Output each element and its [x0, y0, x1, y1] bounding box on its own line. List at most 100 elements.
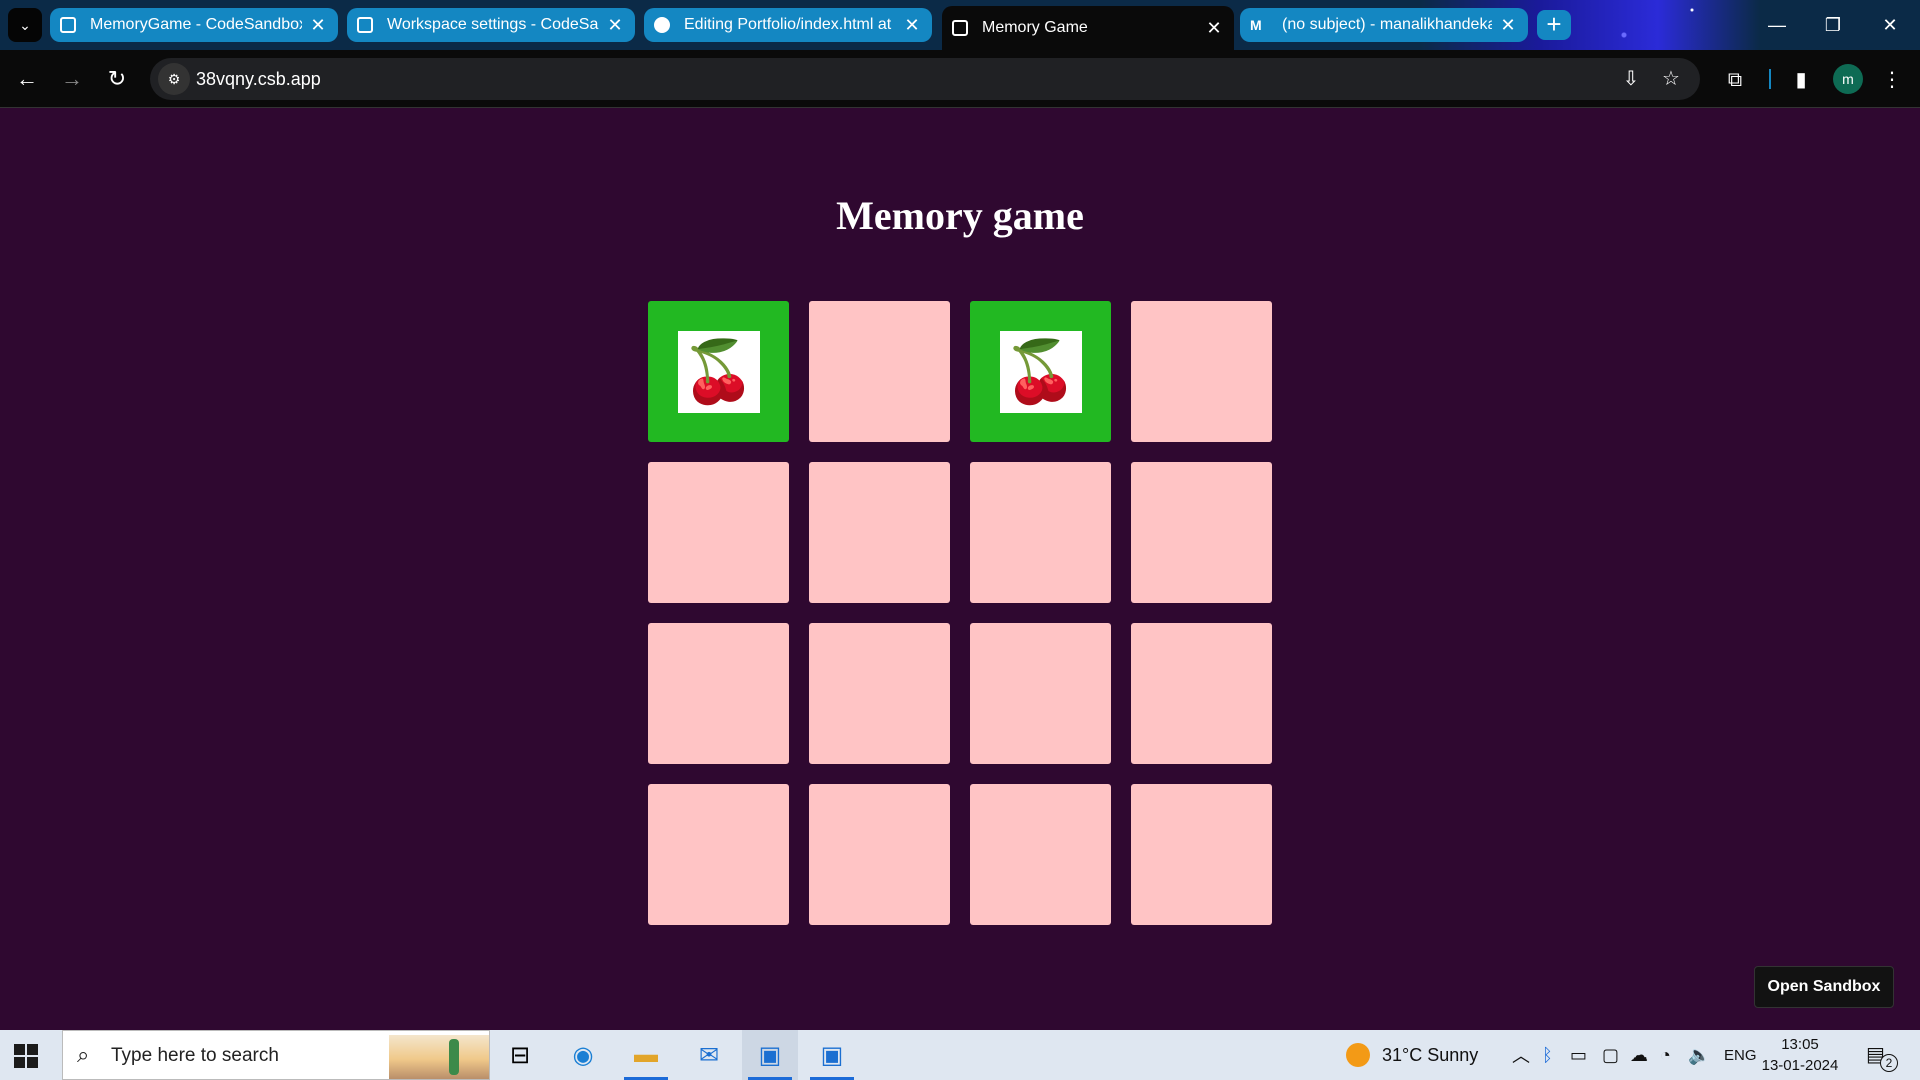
windows-start-icon[interactable]: [14, 1044, 38, 1068]
tab-workspace-settings[interactable]: Workspace settings - CodeSand ✕: [347, 8, 635, 42]
tab-title: (no subject) - manalikhandekar: [1282, 16, 1492, 33]
task-view-icon[interactable]: ⊟: [492, 1030, 548, 1080]
url-text[interactable]: 38vqny.csb.app: [196, 69, 321, 90]
reload-button[interactable]: ↻: [102, 64, 132, 94]
minimize-icon: —: [1768, 15, 1786, 35]
tab-strip: ⌄ MemoryGame - CodeSandbox ✕ Workspace s…: [0, 0, 1920, 50]
tab-gmail[interactable]: M (no subject) - manalikhandekar ✕: [1240, 8, 1528, 42]
memory-card-matched[interactable]: 🍒: [970, 301, 1111, 442]
page-title: Memory game: [836, 193, 1084, 238]
memory-card[interactable]: [1131, 784, 1272, 925]
close-icon[interactable]: ✕: [605, 15, 625, 36]
minimize-button[interactable]: —: [1757, 8, 1797, 42]
close-icon[interactable]: ✕: [902, 15, 922, 36]
language-indicator[interactable]: ENG: [1724, 1030, 1757, 1080]
restore-icon: ❐: [1824, 15, 1842, 35]
file-explorer-icon[interactable]: ▬: [618, 1030, 674, 1080]
cherry-icon: 🍒: [999, 330, 1082, 413]
memory-card[interactable]: [1131, 301, 1272, 442]
memory-card-matched[interactable]: 🍒: [648, 301, 789, 442]
gmail-icon: M: [1250, 17, 1262, 33]
windows-taskbar: ⌕ Type here to search ⊟ ◉ ▬ ✉ ▣ ▣ 31°C S…: [0, 1030, 1920, 1080]
memory-card-grid: 🍒 🍒: [648, 301, 1272, 925]
browser-toolbar: ← → ↻ ⚙ 38vqny.csb.app ⇩ ☆ ⧉ ▮ m ⋮: [0, 50, 1920, 108]
memory-card[interactable]: [809, 301, 950, 442]
toolbar-divider: [1769, 69, 1771, 89]
memory-card[interactable]: [648, 462, 789, 603]
codesandbox-icon: [60, 17, 76, 33]
show-hidden-icons[interactable]: ︿: [1512, 1030, 1530, 1080]
search-highlight-artwork: [389, 1035, 489, 1079]
taskbar-clock[interactable]: 13:05 13-01-2024: [1760, 1034, 1840, 1076]
close-icon: ✕: [1882, 15, 1898, 35]
taskbar-search-box[interactable]: ⌕ Type here to search: [62, 1030, 490, 1080]
cherry-icon: 🍒: [677, 330, 760, 413]
close-icon[interactable]: ✕: [1204, 18, 1224, 39]
memory-card[interactable]: [648, 784, 789, 925]
memory-card[interactable]: [809, 784, 950, 925]
tab-title: Editing Portfolio/index.html at m: [684, 16, 896, 33]
sun-icon: [1346, 1043, 1370, 1067]
side-panel-icon[interactable]: ▮: [1786, 65, 1816, 95]
bookmark-star-icon[interactable]: ☆: [1658, 67, 1684, 91]
arrow-left-icon: ←: [16, 66, 38, 91]
notification-count: 2: [1880, 1054, 1898, 1072]
tab-search-button[interactable]: ⌄: [8, 8, 42, 42]
github-icon: [654, 17, 670, 33]
back-button[interactable]: ←: [12, 64, 42, 94]
memory-card[interactable]: [1131, 462, 1272, 603]
tab-title: Workspace settings - CodeSand: [387, 16, 599, 33]
forward-button[interactable]: →: [57, 64, 87, 94]
notification-center-icon[interactable]: ▤ 2: [1866, 1042, 1898, 1072]
bluetooth-icon[interactable]: ᛒ: [1542, 1030, 1553, 1080]
battery-icon[interactable]: ▭: [1570, 1030, 1587, 1080]
search-icon: ⌕: [77, 1042, 90, 1067]
close-icon[interactable]: ✕: [308, 15, 328, 36]
meet-now-icon[interactable]: ▢: [1602, 1030, 1619, 1080]
wifi-icon[interactable]: ◔: [1660, 1030, 1671, 1080]
memory-card[interactable]: [970, 784, 1111, 925]
card-symbol: 🍒: [1003, 338, 1078, 405]
tab-memorygame-codesandbox[interactable]: MemoryGame - CodeSandbox ✕: [50, 8, 338, 42]
weather-text: 31°C Sunny: [1382, 1044, 1479, 1065]
memory-card[interactable]: [970, 623, 1111, 764]
reload-icon: ↻: [107, 66, 127, 91]
chevron-down-icon: ⌄: [19, 16, 31, 33]
memory-card[interactable]: [809, 623, 950, 764]
clock-time: 13:05: [1781, 1036, 1819, 1053]
clock-date: 13-01-2024: [1761, 1057, 1839, 1074]
tab-title: MemoryGame - CodeSandbox: [90, 16, 302, 33]
tab-memory-game[interactable]: Memory Game ✕: [942, 6, 1234, 50]
tab-title: Memory Game: [982, 19, 1088, 36]
chevron-up-icon: ︿: [1512, 1046, 1530, 1066]
mail-icon[interactable]: ✉: [681, 1030, 737, 1080]
onedrive-cloud-icon[interactable]: ☁: [1630, 1030, 1648, 1080]
edge-browser-icon[interactable]: ◉: [555, 1030, 611, 1080]
site-info-icon[interactable]: ⚙: [158, 63, 190, 95]
memory-card[interactable]: [809, 462, 950, 603]
new-tab-button[interactable]: +: [1537, 10, 1571, 40]
app-window-icon[interactable]: ▣: [804, 1030, 860, 1080]
memory-card[interactable]: [1131, 623, 1272, 764]
memory-card[interactable]: [648, 623, 789, 764]
weather-widget[interactable]: 31°C Sunny: [1346, 1030, 1478, 1080]
install-app-icon[interactable]: ⇩: [1618, 67, 1644, 91]
restore-button[interactable]: ❐: [1813, 8, 1853, 42]
plus-icon: +: [1546, 9, 1562, 39]
address-bar[interactable]: ⚙ 38vqny.csb.app ⇩ ☆: [150, 58, 1700, 100]
volume-icon[interactable]: 🔈: [1688, 1030, 1710, 1080]
tab-editing-portfolio[interactable]: Editing Portfolio/index.html at m ✕: [644, 8, 932, 42]
window-close-button[interactable]: ✕: [1870, 8, 1910, 42]
app-window-icon[interactable]: ▣: [742, 1030, 798, 1080]
card-symbol: 🍒: [681, 338, 756, 405]
profile-avatar[interactable]: m: [1833, 64, 1863, 94]
extensions-icon[interactable]: ⧉: [1720, 65, 1750, 95]
search-placeholder: Type here to search: [111, 1045, 279, 1066]
codesandbox-icon: [952, 20, 968, 36]
open-sandbox-button[interactable]: Open Sandbox: [1754, 966, 1894, 1008]
memory-card[interactable]: [970, 462, 1111, 603]
codesandbox-icon: [357, 17, 373, 33]
menu-kebab-icon[interactable]: ⋮: [1877, 65, 1907, 95]
close-icon[interactable]: ✕: [1498, 15, 1518, 36]
arrow-right-icon: →: [61, 66, 83, 91]
